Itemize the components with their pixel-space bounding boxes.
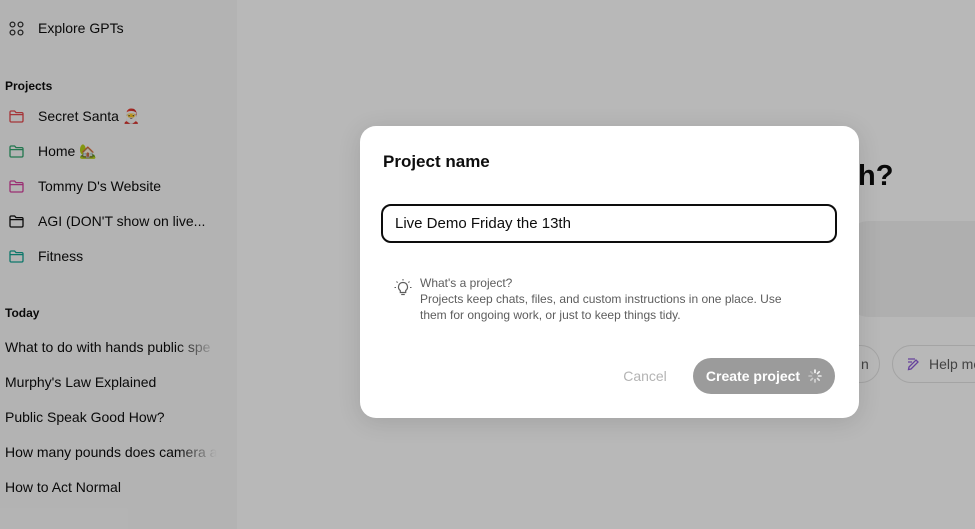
loading-spinner-icon [808, 369, 822, 383]
hint-title: What's a project? [420, 276, 513, 290]
project-name-dialog: Project name What's a project? Projects … [360, 126, 859, 418]
cancel-button[interactable]: Cancel [610, 358, 680, 394]
project-name-input[interactable] [381, 204, 837, 243]
lightbulb-icon [393, 278, 413, 298]
hint-body-line: them for ongoing work, or just to keep t… [420, 308, 681, 322]
create-project-button[interactable]: Create project [693, 358, 835, 394]
create-project-label: Create project [705, 368, 801, 384]
project-hint: What's a project? Projects keep chats, f… [393, 276, 813, 323]
hint-body-line: Projects keep chats, files, and custom i… [420, 292, 782, 306]
dialog-title: Project name [383, 152, 490, 171]
